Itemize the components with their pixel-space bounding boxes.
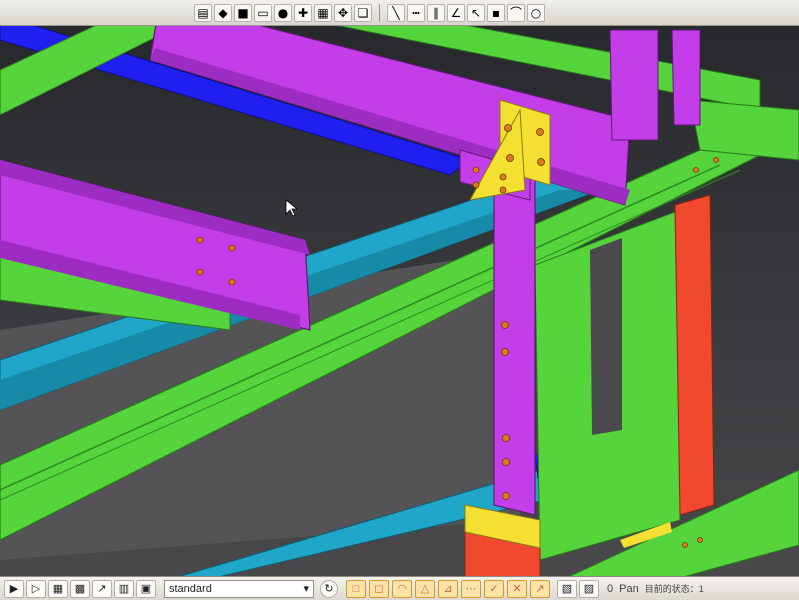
snap-endpoint-icon[interactable]: □	[346, 579, 366, 598]
bolt	[536, 128, 544, 136]
bolt	[537, 158, 545, 166]
model-viewport[interactable]	[0, 0, 799, 600]
bolt	[502, 434, 510, 442]
refresh-icon[interactable]: ↻	[320, 579, 338, 598]
point-icon[interactable]: ▪	[487, 3, 505, 22]
green-column-web-shadow	[590, 238, 622, 435]
snap-perpendicular-icon[interactable]: ↗	[530, 579, 550, 598]
select-all-icon[interactable]: ▶	[4, 579, 24, 598]
cube-icon[interactable]: ■	[234, 3, 252, 22]
bolt	[501, 321, 509, 329]
bolt	[502, 492, 510, 500]
arc-icon[interactable]: ⌒	[507, 3, 525, 22]
lock-icon[interactable]: ▣	[136, 579, 156, 598]
toolbar-separator	[379, 3, 380, 22]
toolbar-group-modeling: ▤ ◆ ■ ▭ ● ✚ ▦ ✥ ❏	[190, 3, 376, 22]
pointer-icon[interactable]: ↖	[467, 3, 485, 22]
bolt	[697, 537, 703, 543]
green-beam-right	[689, 99, 799, 161]
parallel-icon[interactable]: ∥	[427, 3, 445, 22]
toolbar-group-drawing: ╲ ┅ ∥ ∠ ↖ ▪ ⌒ ○	[383, 3, 549, 22]
arrow-icon[interactable]: ↗	[92, 579, 112, 598]
bolt	[499, 186, 507, 194]
bolt-icon[interactable]: ●	[274, 3, 292, 22]
group-icon[interactable]: ▩	[70, 579, 90, 598]
red-column	[674, 194, 715, 516]
magenta-post	[493, 159, 536, 516]
bolt	[502, 458, 510, 466]
top-toolbar: ▤ ◆ ■ ▭ ● ✚ ▦ ✥ ❏ ╲ ┅ ∥ ∠ ↖ ▪ ⌒ ○	[0, 0, 799, 26]
circle-icon[interactable]: ○	[527, 3, 545, 22]
bolt	[693, 167, 699, 173]
chevron-down-icon: ▾	[303, 583, 309, 595]
coordinate-readout: 0	[607, 582, 614, 595]
bolt	[472, 181, 480, 189]
bolt	[506, 154, 514, 162]
steel-structure-model	[0, 0, 799, 600]
mode-readout: Pan	[619, 582, 639, 595]
current-state-label: 目前的状态：1	[644, 584, 704, 594]
layers-filter-icon[interactable]: ▥	[114, 579, 134, 598]
selection-filter-dropdown[interactable]: standard ▾	[164, 579, 314, 598]
angle-icon[interactable]: ∠	[447, 3, 465, 22]
snap-arc-icon[interactable]: ◠	[392, 579, 412, 598]
bolt	[713, 157, 719, 163]
bolt	[472, 166, 480, 174]
select-icon[interactable]: ▷	[26, 579, 46, 598]
bolt	[196, 236, 204, 244]
snap-extension-icon[interactable]: ⋯	[461, 579, 481, 598]
status-bar: ▶ ▷ ▦ ▩ ↗ ▥ ▣ standard ▾ ↻ □ ◻ ◠ △ ⊿ ⋯ ✓…	[0, 576, 799, 600]
grid-icon[interactable]: ▦	[314, 3, 332, 22]
copy-icon[interactable]: ❏	[354, 3, 372, 22]
move-icon[interactable]: ✥	[334, 3, 352, 22]
bolt	[228, 244, 236, 252]
bolt	[682, 542, 688, 548]
bolt	[196, 268, 204, 276]
snap-midpoint-icon[interactable]: ◻	[369, 579, 389, 598]
snap-nearest-icon[interactable]: ⊿	[438, 579, 458, 598]
line-icon[interactable]: ╲	[387, 3, 405, 22]
snap-triangle-icon[interactable]: △	[415, 579, 435, 598]
shapes-icon[interactable]: ◆	[214, 3, 232, 22]
magenta-hanger-1	[609, 29, 659, 141]
dashed-line-icon[interactable]: ┅	[407, 3, 425, 22]
bolt	[228, 278, 236, 286]
view-render-icon[interactable]: ▨	[579, 579, 599, 598]
selection-filter-value: standard	[169, 582, 212, 595]
bolt	[501, 348, 509, 356]
snap-check-icon[interactable]: ✓	[484, 579, 504, 598]
snap-intersection-icon[interactable]: ✕	[507, 579, 527, 598]
ruler-icon[interactable]: ▭	[254, 3, 272, 22]
bolt	[504, 124, 512, 132]
bolt	[499, 173, 507, 181]
filter-icon[interactable]: ▦	[48, 579, 68, 598]
magenta-hanger-2	[671, 29, 701, 126]
layers-icon[interactable]: ▤	[194, 3, 212, 22]
weld-icon[interactable]: ✚	[294, 3, 312, 22]
view-cube-icon[interactable]: ▧	[557, 579, 577, 598]
